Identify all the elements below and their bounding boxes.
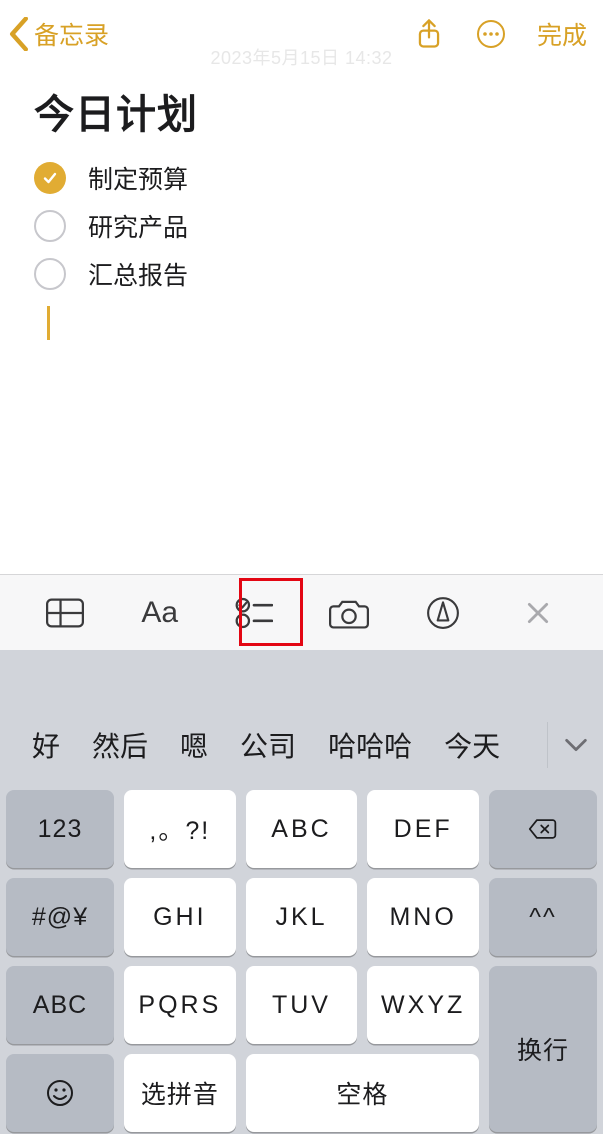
more-button[interactable] [475, 16, 507, 52]
camera-button[interactable] [319, 583, 379, 643]
table-icon [46, 598, 84, 628]
checkbox-checked[interactable] [34, 162, 66, 194]
expand-candidates-button[interactable] [547, 722, 593, 768]
candidate-word[interactable]: 公司 [224, 725, 312, 765]
markup-icon [426, 596, 460, 630]
checklist-row[interactable]: 研究产品 [34, 202, 571, 250]
checklist-text[interactable]: 汇总报告 [88, 256, 188, 292]
checklist-row[interactable]: 制定预算 [34, 154, 571, 202]
done-button[interactable]: 完成 [537, 16, 587, 52]
key-select-pinyin[interactable]: 选拼音 [124, 1054, 236, 1132]
candidate-word[interactable]: 嗯 [164, 725, 224, 765]
table-button[interactable] [35, 583, 95, 643]
close-icon [525, 600, 551, 626]
key-emoji[interactable] [6, 1054, 114, 1132]
checklist-icon [235, 597, 273, 629]
share-icon [415, 17, 443, 51]
key-emoticon[interactable]: ^^ [489, 878, 597, 956]
checkbox-unchecked[interactable] [34, 258, 66, 290]
key-return[interactable]: 换行 [489, 966, 597, 1132]
back-label: 备忘录 [34, 16, 109, 52]
chevron-down-icon [564, 738, 588, 752]
text-cursor [47, 306, 50, 340]
key-ghi[interactable]: GHI [124, 878, 236, 956]
format-toolbar: Aa [0, 574, 603, 650]
key-space[interactable]: 空格 [246, 1054, 479, 1132]
key-punct[interactable]: ,。?! [124, 790, 236, 868]
backspace-icon [528, 814, 558, 844]
key-mno[interactable]: MNO [367, 878, 479, 956]
key-abc-mode[interactable]: ABC [6, 966, 114, 1044]
chevron-left-icon [8, 17, 30, 51]
candidate-word[interactable]: 今天 [428, 725, 500, 765]
navbar: 备忘录 完成 2023年5月15日 14:32 [0, 0, 603, 68]
candidate-word[interactable]: 哈哈哈 [312, 725, 428, 765]
camera-icon [329, 597, 369, 629]
checklist-text[interactable]: 研究产品 [88, 208, 188, 244]
checklist-row[interactable]: 汇总报告 [34, 250, 571, 298]
key-symbols[interactable]: #@¥ [6, 878, 114, 956]
back-button[interactable]: 备忘录 [8, 16, 109, 52]
key-wxyz[interactable]: WXYZ [367, 966, 479, 1044]
key-backspace[interactable] [489, 790, 597, 868]
key-pqrs[interactable]: PQRS [124, 966, 236, 1044]
candidate-word[interactable]: 好 [16, 725, 76, 765]
checkbox-unchecked[interactable] [34, 210, 66, 242]
ellipsis-circle-icon [476, 19, 506, 49]
emoji-icon [45, 1078, 75, 1108]
aa-label: Aa [141, 596, 178, 630]
text-format-button[interactable]: Aa [130, 583, 190, 643]
key-tuv[interactable]: TUV [246, 966, 358, 1044]
candidate-row: 好 然后 嗯 公司 哈哈哈 今天 [0, 706, 603, 784]
note-body[interactable]: 今日计划 制定预算 研究产品 汇总报告 [0, 68, 603, 340]
checkmark-icon [42, 170, 58, 186]
key-abc[interactable]: ABC [246, 790, 358, 868]
checklist-text[interactable]: 制定预算 [88, 160, 188, 196]
close-toolbar-button[interactable] [508, 583, 568, 643]
key-def[interactable]: DEF [367, 790, 479, 868]
key-jkl[interactable]: JKL [246, 878, 358, 956]
key-123[interactable]: 123 [6, 790, 114, 868]
note-title[interactable]: 今日计划 [34, 82, 571, 140]
checklist-button[interactable] [224, 583, 284, 643]
share-button[interactable] [413, 16, 445, 52]
candidate-area: 好 然后 嗯 公司 哈哈哈 今天 [0, 650, 603, 784]
markup-button[interactable] [413, 583, 473, 643]
keyboard: 123 ,。?! ABC DEF #@¥ GHI JKL MNO ^^ ABC … [0, 784, 603, 1134]
candidate-word[interactable]: 然后 [76, 725, 164, 765]
